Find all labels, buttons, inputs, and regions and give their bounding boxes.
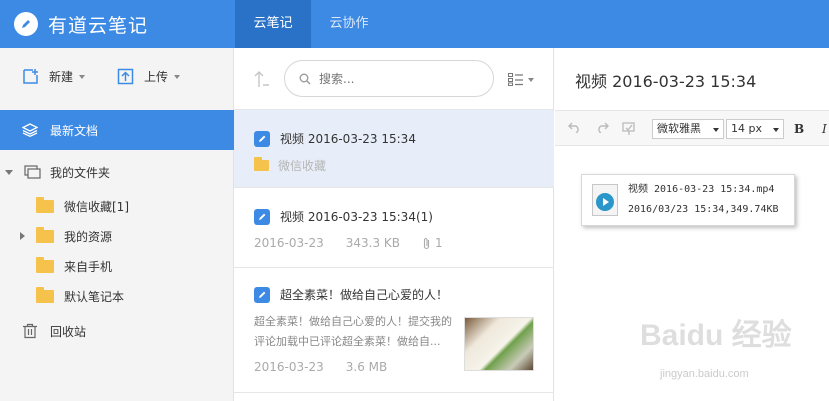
- note-date: 2016-03-23: [254, 360, 324, 374]
- app-title: 有道云笔记: [48, 14, 149, 37]
- sort-up-icon[interactable]: [254, 70, 270, 88]
- watermark-url: jingyan.baidu.com: [660, 368, 749, 380]
- expand-down-icon[interactable]: [5, 169, 13, 175]
- search-input[interactable]: [319, 71, 469, 86]
- search-icon: [299, 73, 311, 85]
- note-date: 2016-03-23: [254, 236, 324, 250]
- note-meta: 2016-03-23 3.6 MB: [254, 360, 409, 374]
- note-snippet: 超全素菜！做给自己心爱的人！提交我的评论加载中已评论超全素菜！做给自...: [254, 315, 452, 348]
- sidebar-item-folder-default[interactable]: 默认笔记本: [0, 283, 234, 309]
- sidebar-actions: 新建 上传: [0, 48, 233, 110]
- expand-right-icon[interactable]: [20, 232, 25, 240]
- sidebar: 新建 上传 最新文档 我的文件夹 微信收藏[1] 我的资源 来自手机 默认笔记本…: [0, 48, 234, 401]
- list-view-icon: [508, 73, 523, 86]
- sidebar-item-label: 我的文件夹: [50, 165, 111, 180]
- upload-label: 上传: [144, 70, 169, 84]
- note-thumbnail-image: [464, 317, 534, 371]
- sidebar-item-label: 来自手机: [64, 259, 113, 274]
- folder-icon: [36, 226, 54, 243]
- folders-icon: [24, 165, 42, 179]
- sidebar-item-recent[interactable]: 最新文档: [0, 110, 234, 150]
- note-doc-icon: [254, 286, 270, 303]
- list-toolbar: [234, 48, 553, 110]
- sidebar-item-label: 最新文档: [50, 123, 99, 138]
- chevron-down-icon: [79, 74, 86, 79]
- top-bar: 有道云笔记 云笔记 云协作: [0, 0, 829, 48]
- folder-icon: [36, 256, 54, 273]
- editor-toolbar: 微软雅黑 14 px B I: [555, 110, 829, 146]
- undo-icon[interactable]: [567, 122, 581, 136]
- upload-button[interactable]: 上传: [117, 68, 181, 85]
- redo-icon[interactable]: [595, 122, 609, 136]
- attachment-count: 1: [435, 236, 443, 250]
- upload-icon: [117, 68, 134, 85]
- sidebar-item-folder-wechat[interactable]: 微信收藏[1]: [0, 193, 234, 219]
- note-folder: 微信收藏: [254, 157, 348, 174]
- video-attachment[interactable]: 视频 2016-03-23 15:34.mp4 2016/03/23 15:34…: [581, 174, 795, 226]
- note-item[interactable]: 超全素菜！做给自己心爱的人！ 超全素菜！做给自己心爱的人！提交我的评论加载中已评…: [234, 268, 554, 393]
- note-title: 视频 2016-03-23 15:34: [254, 130, 416, 147]
- pencil-logo-icon: [14, 12, 38, 36]
- paperclip-icon: [422, 237, 431, 250]
- watermark-logo: Baidu 经验: [640, 319, 792, 352]
- chevron-down-icon: [773, 128, 779, 132]
- font-family-select[interactable]: 微软雅黑: [652, 119, 724, 139]
- chevron-down-icon: [713, 128, 719, 132]
- new-button[interactable]: 新建: [22, 68, 86, 85]
- font-size-select[interactable]: 14 px: [726, 119, 784, 139]
- folder-icon: [36, 196, 54, 213]
- attachment-name: 视频 2016-03-23 15:34.mp4: [628, 184, 775, 195]
- chevron-down-icon: [528, 77, 534, 82]
- format-painter-icon[interactable]: [622, 122, 636, 136]
- sidebar-item-label: 回收站: [50, 324, 87, 339]
- note-title: 超全素菜！做给自己心爱的人！: [254, 286, 448, 303]
- note-size: 3.6 MB: [345, 360, 388, 374]
- bold-button[interactable]: B: [794, 122, 804, 136]
- note-meta: 2016-03-23 343.3 KB 1: [254, 236, 465, 250]
- sidebar-item-label: 微信收藏[1]: [64, 199, 129, 214]
- note-item-selected[interactable]: 视频 2016-03-23 15:34 微信收藏: [234, 110, 554, 188]
- sidebar-item-folder-mobile[interactable]: 来自手机: [0, 253, 234, 279]
- note-doc-icon: [254, 208, 270, 225]
- video-file-icon: [592, 184, 618, 216]
- view-mode-button[interactable]: [508, 73, 534, 86]
- sidebar-item-label: 默认笔记本: [64, 289, 125, 304]
- sidebar-item-label: 我的资源: [64, 229, 113, 244]
- play-icon: [596, 193, 614, 211]
- attachment-info: 视频 2016-03-23 15:34.mp4 2016/03/23 15:34…: [628, 180, 779, 220]
- note-doc-icon: [254, 130, 270, 147]
- sidebar-item-trash[interactable]: 回收站: [0, 318, 234, 344]
- chevron-down-icon: [174, 74, 181, 79]
- search-box[interactable]: [284, 60, 494, 97]
- note-item[interactable]: 视频 2016-03-23 15:34(1) 2016-03-23 343.3 …: [234, 188, 554, 268]
- note-list: 视频 2016-03-23 15:34 微信收藏 视频 2016-03-23 1…: [234, 48, 554, 401]
- note-title: 视频 2016-03-23 15:34(1): [254, 208, 433, 225]
- note-editor-title[interactable]: 视频 2016-03-23 15:34: [575, 68, 756, 92]
- tab-cloud-notes[interactable]: 云笔记: [235, 0, 311, 48]
- note-size: 343.3 KB: [345, 236, 401, 250]
- attachment-details: 2016/03/23 15:34,349.74KB: [628, 204, 779, 215]
- new-label: 新建: [49, 70, 74, 84]
- sidebar-item-folder-resources[interactable]: 我的资源: [0, 223, 234, 249]
- layers-icon: [22, 123, 38, 137]
- folder-icon: [36, 286, 54, 303]
- sidebar-item-my-folders[interactable]: 我的文件夹: [0, 159, 234, 185]
- tab-cloud-collab[interactable]: 云协作: [311, 0, 387, 48]
- folder-icon: [254, 157, 269, 171]
- italic-button[interactable]: I: [822, 122, 827, 136]
- app-logo[interactable]: 有道云笔记: [14, 10, 148, 38]
- new-doc-icon: [22, 68, 39, 85]
- trash-icon: [22, 323, 38, 339]
